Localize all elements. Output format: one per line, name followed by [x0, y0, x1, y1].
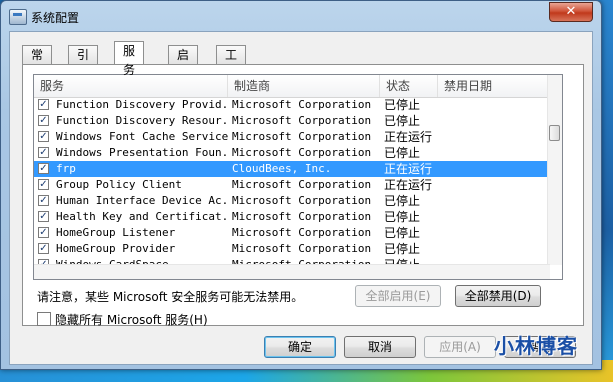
notice-text: 请注意，某些 Microsoft 安全服务可能无法禁用。 — [37, 290, 304, 304]
service-name: Windows Presentation Foun... — [56, 146, 228, 159]
service-row[interactable]: ✓ HomeGroup Listener Microsoft Corporation… — [34, 225, 550, 241]
system-config-window: 系统配置 ✕ 常规 引导 服务 启动 工具 服务 制造商 状态 禁用日期 ✓ Fu… — [0, 0, 602, 370]
disable-all-button[interactable]: 全部禁用(D) — [455, 285, 541, 307]
window-title: 系统配置 — [31, 11, 80, 25]
tab-tools[interactable]: 工具 — [216, 45, 247, 81]
service-status: 已停止 — [384, 98, 421, 112]
service-row[interactable]: ✓ frp CloudBees, Inc. 正在运行 — [34, 161, 550, 177]
service-manufacturer: Microsoft Corporation — [232, 178, 372, 191]
service-name: Function Discovery Resour... — [56, 114, 228, 127]
horizontal-scrollbar[interactable] — [34, 264, 550, 279]
service-row[interactable]: ✓ Human Interface Device Ac... Microsoft C… — [34, 193, 550, 209]
service-manufacturer: Microsoft Corporation — [232, 194, 372, 207]
service-checkbox[interactable]: ✓ — [38, 227, 49, 238]
hide-ms-services-label: 隐藏所有 Microsoft 服务(H) — [55, 313, 208, 327]
enable-all-button[interactable]: 全部启用(E) — [355, 285, 441, 307]
service-checkbox[interactable]: ✓ — [38, 147, 49, 158]
service-name: Human Interface Device Ac... — [56, 194, 228, 207]
service-checkbox[interactable]: ✓ — [38, 131, 49, 142]
vertical-scroll-thumb[interactable] — [549, 125, 560, 141]
services-panel: 服务 制造商 状态 禁用日期 ✓ Function Discovery Provi… — [22, 64, 584, 328]
service-manufacturer: Microsoft Corporation — [232, 130, 372, 143]
service-status: 已停止 — [384, 226, 421, 240]
service-manufacturer: CloudBees, Inc. — [232, 162, 332, 175]
column-header-status[interactable]: 状态 — [380, 75, 438, 97]
service-checkbox[interactable]: ✓ — [38, 179, 49, 190]
service-checkbox[interactable]: ✓ — [38, 211, 49, 222]
service-status: 已停止 — [384, 210, 421, 224]
msconfig-app-icon — [9, 9, 27, 25]
close-button[interactable]: ✕ — [549, 2, 593, 22]
cancel-button[interactable]: 取消 — [344, 336, 416, 358]
service-name: Function Discovery Provid... — [56, 98, 228, 111]
service-checkbox[interactable]: ✓ — [38, 195, 49, 206]
service-manufacturer: Microsoft Corporation — [232, 98, 372, 111]
service-status: 已停止 — [384, 114, 421, 128]
watermark-logo: 小林博客 — [494, 334, 578, 358]
service-row[interactable]: ✓ Function Discovery Resour... Microsoft C… — [34, 113, 550, 129]
service-checkbox[interactable]: ✓ — [38, 163, 49, 174]
dialog-client-area: 常规 引导 服务 启动 工具 服务 制造商 状态 禁用日期 ✓ Function … — [9, 31, 593, 365]
service-row[interactable]: ✓ Function Discovery Provid... Microsoft C… — [34, 97, 550, 113]
service-checkbox[interactable]: ✓ — [38, 115, 49, 126]
service-checkbox[interactable]: ✓ — [38, 243, 49, 254]
service-name: HomeGroup Provider — [56, 242, 176, 255]
service-checkbox[interactable]: ✓ — [38, 99, 49, 110]
services-list[interactable]: 服务 制造商 状态 禁用日期 ✓ Function Discovery Provi… — [33, 74, 563, 280]
service-name: Health Key and Certificat... — [56, 210, 228, 223]
title-bar[interactable]: 系统配置 ✕ — [1, 1, 601, 31]
service-manufacturer: Microsoft Corporation — [232, 146, 372, 159]
ok-button[interactable]: 确定 — [264, 336, 336, 358]
column-header-manufacturer[interactable]: 制造商 — [228, 75, 380, 97]
service-status: 正在运行 — [384, 178, 433, 192]
column-header-disabled-date[interactable]: 禁用日期 — [438, 75, 550, 97]
service-row[interactable]: ✓ HomeGroup Provider Microsoft Corporation… — [34, 241, 550, 257]
service-name: frp — [56, 162, 76, 175]
list-header: 服务 制造商 状态 禁用日期 — [34, 75, 550, 98]
service-manufacturer: Microsoft Corporation — [232, 242, 372, 255]
service-name: HomeGroup Listener — [56, 226, 176, 239]
service-manufacturer: Microsoft Corporation — [232, 226, 372, 239]
tab-services[interactable]: 服务 — [114, 41, 145, 77]
service-status: 正在运行 — [384, 130, 433, 144]
service-manufacturer: Microsoft Corporation — [232, 114, 372, 127]
list-rows: ✓ Function Discovery Provid... Microsoft C… — [34, 97, 550, 273]
service-status: 已停止 — [384, 146, 421, 160]
hide-ms-services-option[interactable]: 隐藏所有 Microsoft 服务(H) — [37, 311, 208, 328]
tab-boot[interactable]: 引导 — [68, 45, 99, 81]
tab-startup[interactable]: 启动 — [168, 45, 199, 81]
service-status: 已停止 — [384, 242, 421, 256]
tab-general[interactable]: 常规 — [22, 45, 53, 81]
service-manufacturer: Microsoft Corporation — [232, 210, 372, 223]
service-status: 正在运行 — [384, 162, 433, 176]
apply-button[interactable]: 应用(A) — [424, 336, 496, 358]
service-row[interactable]: ✓ Windows Font Cache Service Microsoft Cor… — [34, 129, 550, 145]
service-name: Windows Font Cache Service — [56, 130, 228, 143]
hide-ms-services-checkbox[interactable] — [37, 312, 51, 326]
service-status: 已停止 — [384, 194, 421, 208]
service-row[interactable]: ✓ Health Key and Certificat... Microsoft C… — [34, 209, 550, 225]
service-row[interactable]: ✓ Group Policy Client Microsoft Corporatio… — [34, 177, 550, 193]
service-row[interactable]: ✓ Windows Presentation Foun... Microsoft C… — [34, 145, 550, 161]
service-name: Group Policy Client — [56, 178, 182, 191]
vertical-scrollbar[interactable] — [547, 75, 562, 265]
